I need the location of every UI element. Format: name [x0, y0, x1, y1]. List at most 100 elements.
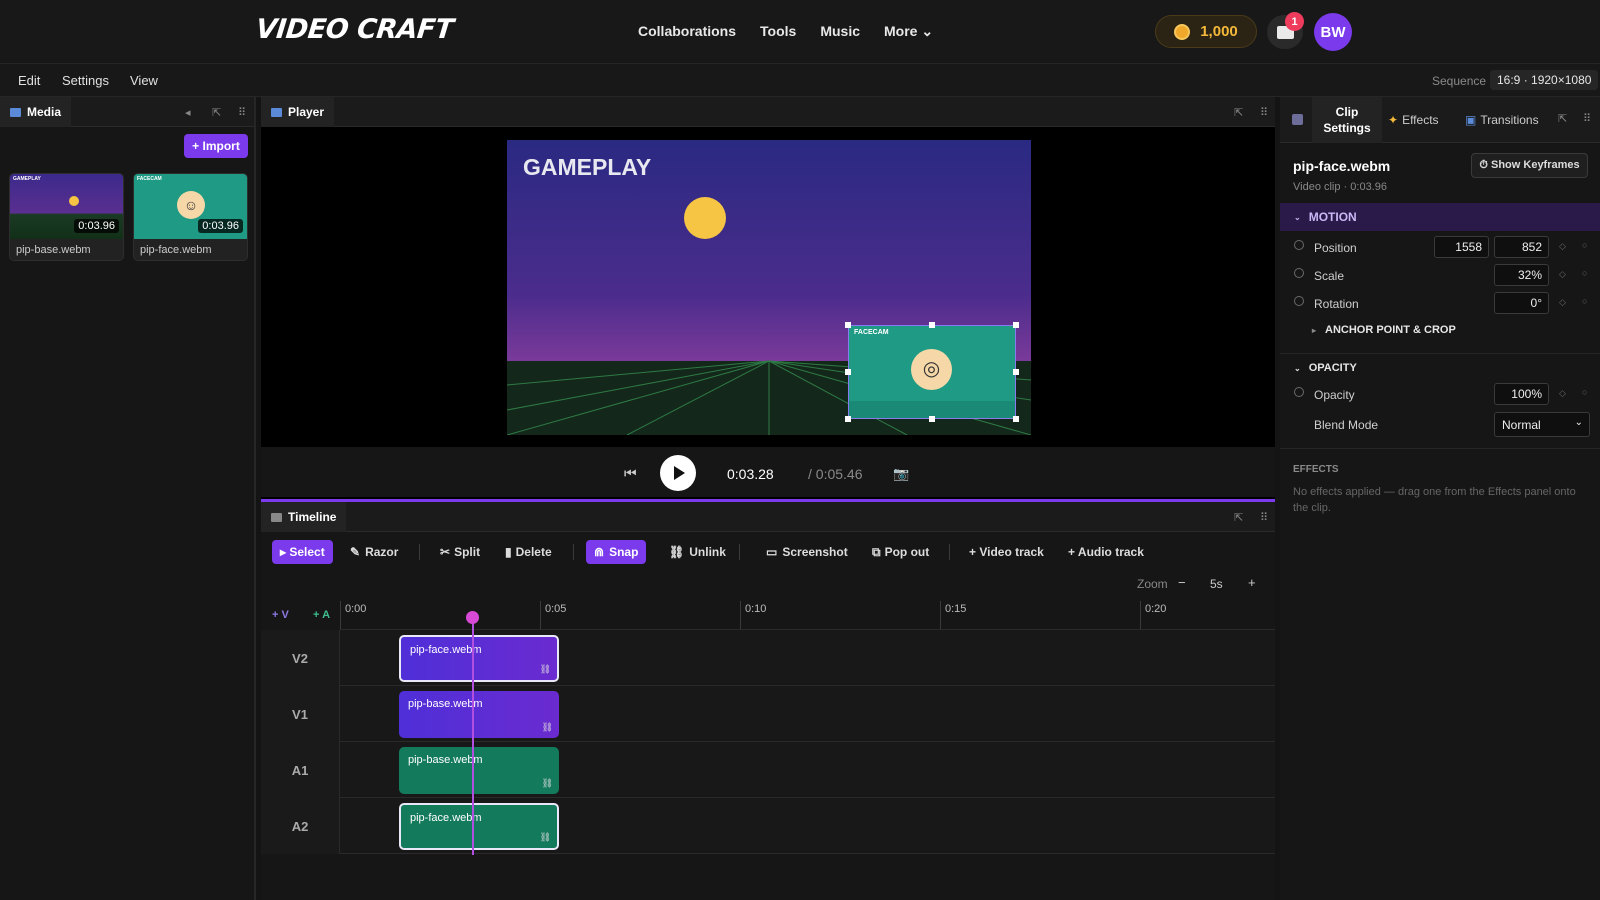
tab-effects[interactable]: ✦ Effects	[1388, 113, 1439, 127]
track-label[interactable]: V1	[261, 686, 340, 742]
import-button[interactable]: + Import	[184, 134, 248, 158]
nav-more[interactable]: More ⌄	[884, 23, 933, 40]
zoom-in-button[interactable]: +	[1248, 575, 1256, 590]
keyframe-icon[interactable]: ◇	[1559, 269, 1566, 280]
keyframe-icon[interactable]: ◇	[1559, 241, 1566, 252]
tab-clip-settings[interactable]: Clip Settings	[1312, 97, 1382, 143]
stopwatch-icon[interactable]	[1294, 296, 1304, 306]
coin-balance[interactable]: 1,000	[1155, 15, 1257, 48]
chevron-down-icon: ⌄	[1294, 363, 1301, 373]
show-keyframes-button[interactable]: ⏱ Show Keyframes	[1471, 153, 1588, 178]
scale-input[interactable]: 32%	[1494, 264, 1549, 286]
nav-tools[interactable]: Tools	[760, 23, 796, 40]
resize-handle[interactable]	[1013, 416, 1019, 422]
coin-icon	[1174, 23, 1191, 40]
nav-music[interactable]: Music	[820, 23, 860, 40]
media-item-pip-face[interactable]: ☺ FACECAM 0:03.96 pip-face.webm	[133, 173, 248, 261]
snap-toggle[interactable]: ⋒ Snap	[586, 540, 647, 564]
add-audio-track-shortcut[interactable]: + A	[313, 609, 330, 621]
track-label[interactable]: A1	[261, 742, 340, 798]
unlink-button[interactable]: ⛓ Unlink	[661, 540, 734, 564]
add-video-track-shortcut[interactable]: + V	[272, 609, 289, 621]
menu-view[interactable]: View	[130, 73, 158, 88]
timeline-clip[interactable]: pip-base.webm ⛓	[399, 747, 559, 794]
resize-handle[interactable]	[1013, 322, 1019, 328]
sequence-value[interactable]: 16:9 · 1920×1080	[1490, 70, 1599, 90]
reset-icon[interactable]: ○	[1582, 387, 1587, 397]
anchor-section-header[interactable]: ▸ ANCHOR POINT & CROP	[1298, 316, 1588, 344]
menu-edit[interactable]: Edit	[18, 73, 40, 88]
track-label[interactable]: V2	[261, 630, 340, 686]
track-label[interactable]: A2	[261, 798, 340, 854]
select-tool-button[interactable]: ▸ Select	[272, 540, 333, 564]
total-time: / 0:05.46	[808, 466, 863, 482]
drag-handle-icon[interactable]: ⠿	[1260, 106, 1268, 119]
drag-handle-icon[interactable]: ⠿	[1583, 112, 1591, 125]
menu-settings[interactable]: Settings	[62, 73, 109, 88]
reset-icon[interactable]: ○	[1582, 296, 1587, 306]
resize-handle[interactable]	[929, 322, 935, 328]
delete-button[interactable]: ▮ Delete	[497, 540, 560, 564]
playhead-line[interactable]	[472, 615, 474, 855]
drag-handle-icon[interactable]: ⠿	[238, 106, 246, 119]
resize-handle[interactable]	[845, 369, 851, 375]
inspector-tabs: Clip Settings ✦ Effects ▣ Transitions ⇱ ⠿	[1280, 97, 1600, 143]
split-button[interactable]: ✂ Split	[432, 540, 488, 564]
timeline-icon	[271, 512, 282, 522]
add-audio-track-button[interactable]: + Audio track	[1060, 540, 1152, 564]
drag-handle-icon[interactable]: ⠿	[1260, 511, 1268, 524]
tab-transitions[interactable]: ▣ Transitions	[1465, 113, 1539, 127]
motion-section-header[interactable]: ⌄ MOTION	[1280, 203, 1600, 231]
avatar[interactable]: BW	[1314, 13, 1352, 51]
blend-mode-select[interactable]: Normal ⌄	[1494, 412, 1590, 437]
stopwatch-icon[interactable]	[1294, 268, 1304, 278]
opacity-input[interactable]: 100%	[1494, 383, 1549, 405]
screenshot-button[interactable]: ▭ Screenshot	[758, 540, 856, 564]
pip-facecam[interactable]: FACECAM ◎	[848, 325, 1016, 419]
snap-label: Snap	[609, 545, 639, 559]
resize-handle[interactable]	[845, 322, 851, 328]
popout-button[interactable]: ⧉ Pop out	[864, 540, 937, 564]
sequence-label: Sequence	[1432, 74, 1487, 88]
opacity-section-header[interactable]: ⌄ OPACITY	[1280, 354, 1600, 382]
resize-handle[interactable]	[1013, 369, 1019, 375]
tab-timeline[interactable]: Timeline	[261, 502, 347, 532]
nav-collaborations[interactable]: Collaborations	[638, 23, 736, 40]
timeline-ruler[interactable]: 0:00 0:05 0:10 0:15 0:20	[340, 601, 1275, 630]
media-item-pip-base[interactable]: GAMEPLAY 0:03.96 pip-base.webm	[9, 173, 124, 261]
stopwatch-icon[interactable]	[1294, 240, 1304, 250]
add-video-track-button[interactable]: + Video track	[961, 540, 1052, 564]
popout-icon[interactable]: ⇱	[212, 106, 221, 119]
divider	[1280, 448, 1600, 449]
keyframe-icon[interactable]: ◇	[1559, 297, 1566, 308]
timeline-clip[interactable]: pip-base.webm ⛓	[399, 691, 559, 738]
tab-media[interactable]: Media	[0, 97, 72, 127]
skip-back-icon[interactable]: ⏮	[624, 465, 637, 482]
tab-player[interactable]: Player	[261, 97, 335, 127]
timeline-clip[interactable]: pip-face.webm ⛓	[399, 635, 559, 682]
app-logo[interactable]: VIDEO CRAFT	[254, 14, 454, 45]
popout-icon[interactable]: ⇱	[1558, 112, 1567, 125]
resize-handle[interactable]	[929, 416, 935, 422]
zoom-out-button[interactable]: −	[1178, 575, 1186, 590]
resize-handle[interactable]	[845, 416, 851, 422]
playhead-handle[interactable]	[466, 611, 479, 624]
camera-icon[interactable]: 📷	[893, 466, 909, 482]
play-button[interactable]	[660, 455, 696, 491]
position-y-input[interactable]: 852	[1494, 236, 1549, 258]
razor-tool-button[interactable]: ✎ Razor	[342, 540, 406, 564]
collapse-icon[interactable]: ◂	[185, 106, 191, 119]
sun-icon	[69, 196, 79, 206]
popout-icon[interactable]: ⇱	[1234, 511, 1243, 524]
stopwatch-icon[interactable]	[1294, 387, 1304, 397]
popout-icon[interactable]: ⇱	[1234, 106, 1243, 119]
reset-icon[interactable]: ○	[1582, 240, 1587, 250]
top-bar: VIDEO CRAFT Collaborations Tools Music M…	[0, 0, 1600, 64]
timeline-clip[interactable]: pip-face.webm ⛓	[399, 803, 559, 850]
keyframe-icon[interactable]: ◇	[1559, 388, 1566, 399]
rotation-input[interactable]: 0°	[1494, 292, 1549, 314]
position-x-input[interactable]: 1558	[1434, 236, 1489, 258]
timeline-panel-header: Timeline ⇱ ⠿	[261, 502, 1275, 532]
ruler-label: 0:15	[945, 603, 967, 615]
reset-icon[interactable]: ○	[1582, 268, 1587, 278]
